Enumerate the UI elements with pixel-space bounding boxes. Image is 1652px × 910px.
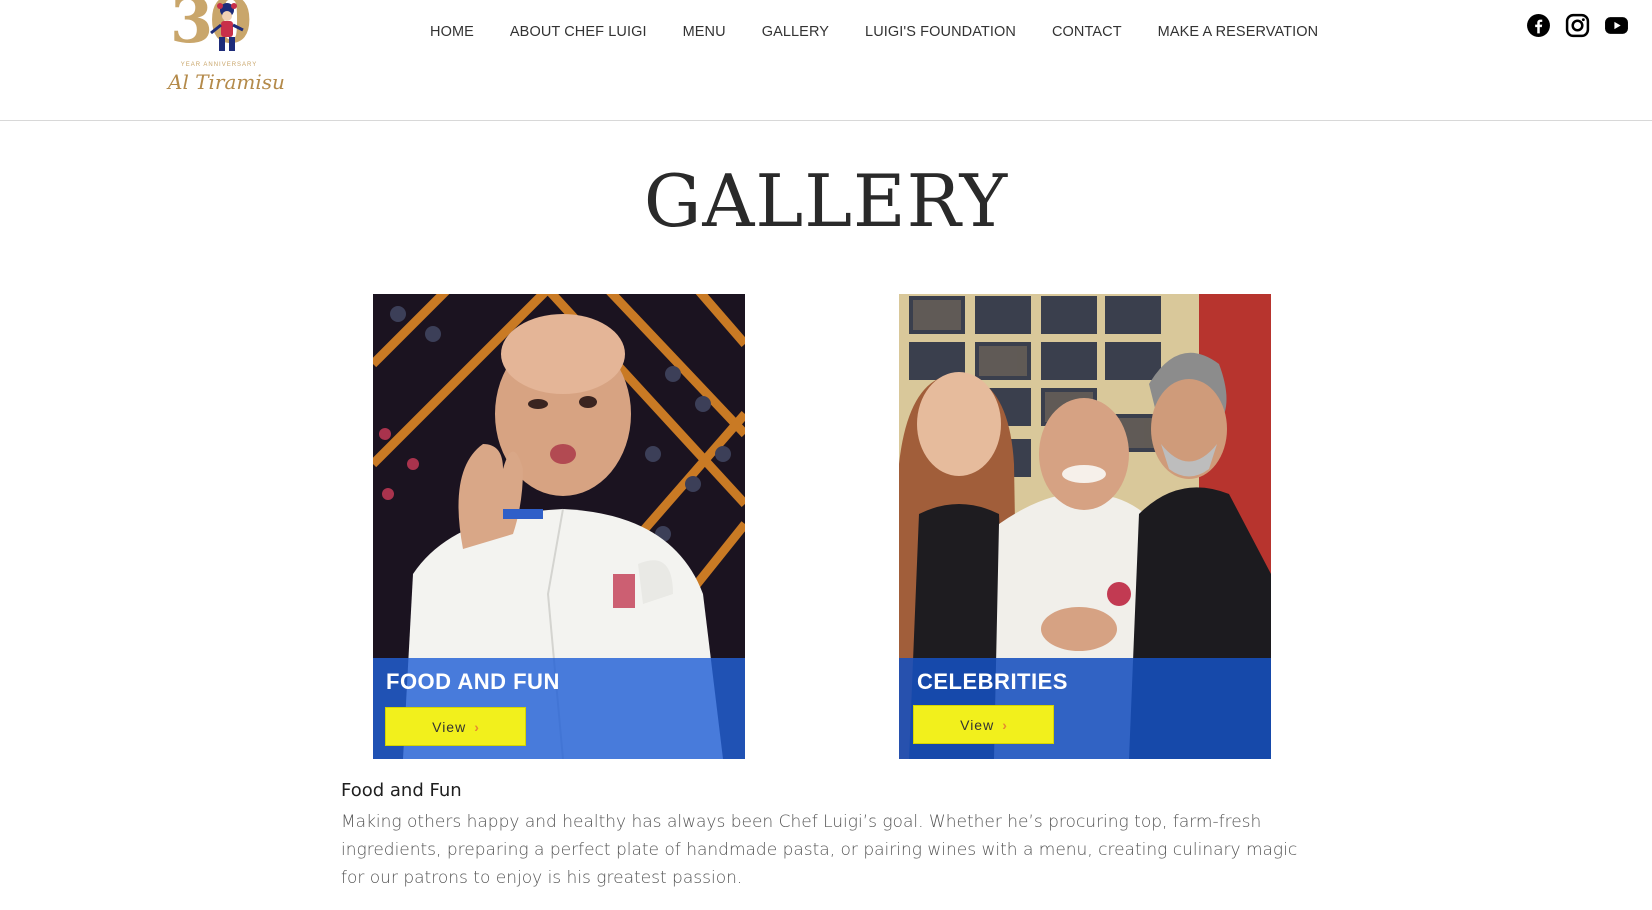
description-text: Making others happy and healthy has alwa…: [341, 812, 1298, 888]
view-celebrities-button[interactable]: View ›: [913, 705, 1054, 744]
nav-contact[interactable]: CONTACT: [1052, 22, 1122, 42]
facebook-icon[interactable]: [1526, 13, 1551, 38]
site-header: 30 YEAR ANNIVERSARY Al Tiramisu HOME ABO…: [0, 0, 1652, 121]
youtube-icon[interactable]: [1604, 13, 1629, 38]
nav-luigis-foundation[interactable]: LUIGI'S FOUNDATION: [865, 22, 1016, 42]
site-logo[interactable]: 30 YEAR ANNIVERSARY Al Tiramisu: [166, 0, 285, 100]
description-title: Food and Fun: [341, 780, 462, 801]
brand-name: Al Tiramisu: [168, 70, 285, 94]
instagram-icon[interactable]: [1565, 13, 1590, 38]
nav-gallery[interactable]: GALLERY: [762, 22, 829, 42]
gallery-card-celebrities[interactable]: CELEBRITIES View ›: [899, 294, 1271, 759]
social-links: [1526, 13, 1629, 38]
anniversary-label: YEAR ANNIVERSARY: [180, 62, 258, 68]
chevron-right-icon: ›: [474, 718, 479, 735]
nav-menu[interactable]: MENU: [683, 22, 726, 42]
card-title: CELEBRITIES: [917, 669, 1068, 694]
gallery-card-food-and-fun[interactable]: FOOD AND FUN View ›: [373, 294, 745, 759]
jester-mascot-icon: [210, 3, 244, 51]
card-title: FOOD AND FUN: [386, 669, 560, 694]
nav-about-chef-luigi[interactable]: ABOUT CHEF LUIGI: [510, 22, 647, 42]
main-nav: HOME ABOUT CHEF LUIGI MENU GALLERY LUIGI…: [430, 22, 1318, 42]
nav-make-a-reservation[interactable]: MAKE A RESERVATION: [1158, 22, 1319, 42]
nav-home[interactable]: HOME: [430, 22, 474, 42]
view-button-label: View: [960, 716, 995, 733]
chevron-right-icon: ›: [1002, 716, 1007, 733]
page-title: GALLERY: [643, 159, 1009, 243]
view-button-label: View: [432, 718, 467, 735]
view-food-and-fun-button[interactable]: View ›: [385, 707, 526, 746]
